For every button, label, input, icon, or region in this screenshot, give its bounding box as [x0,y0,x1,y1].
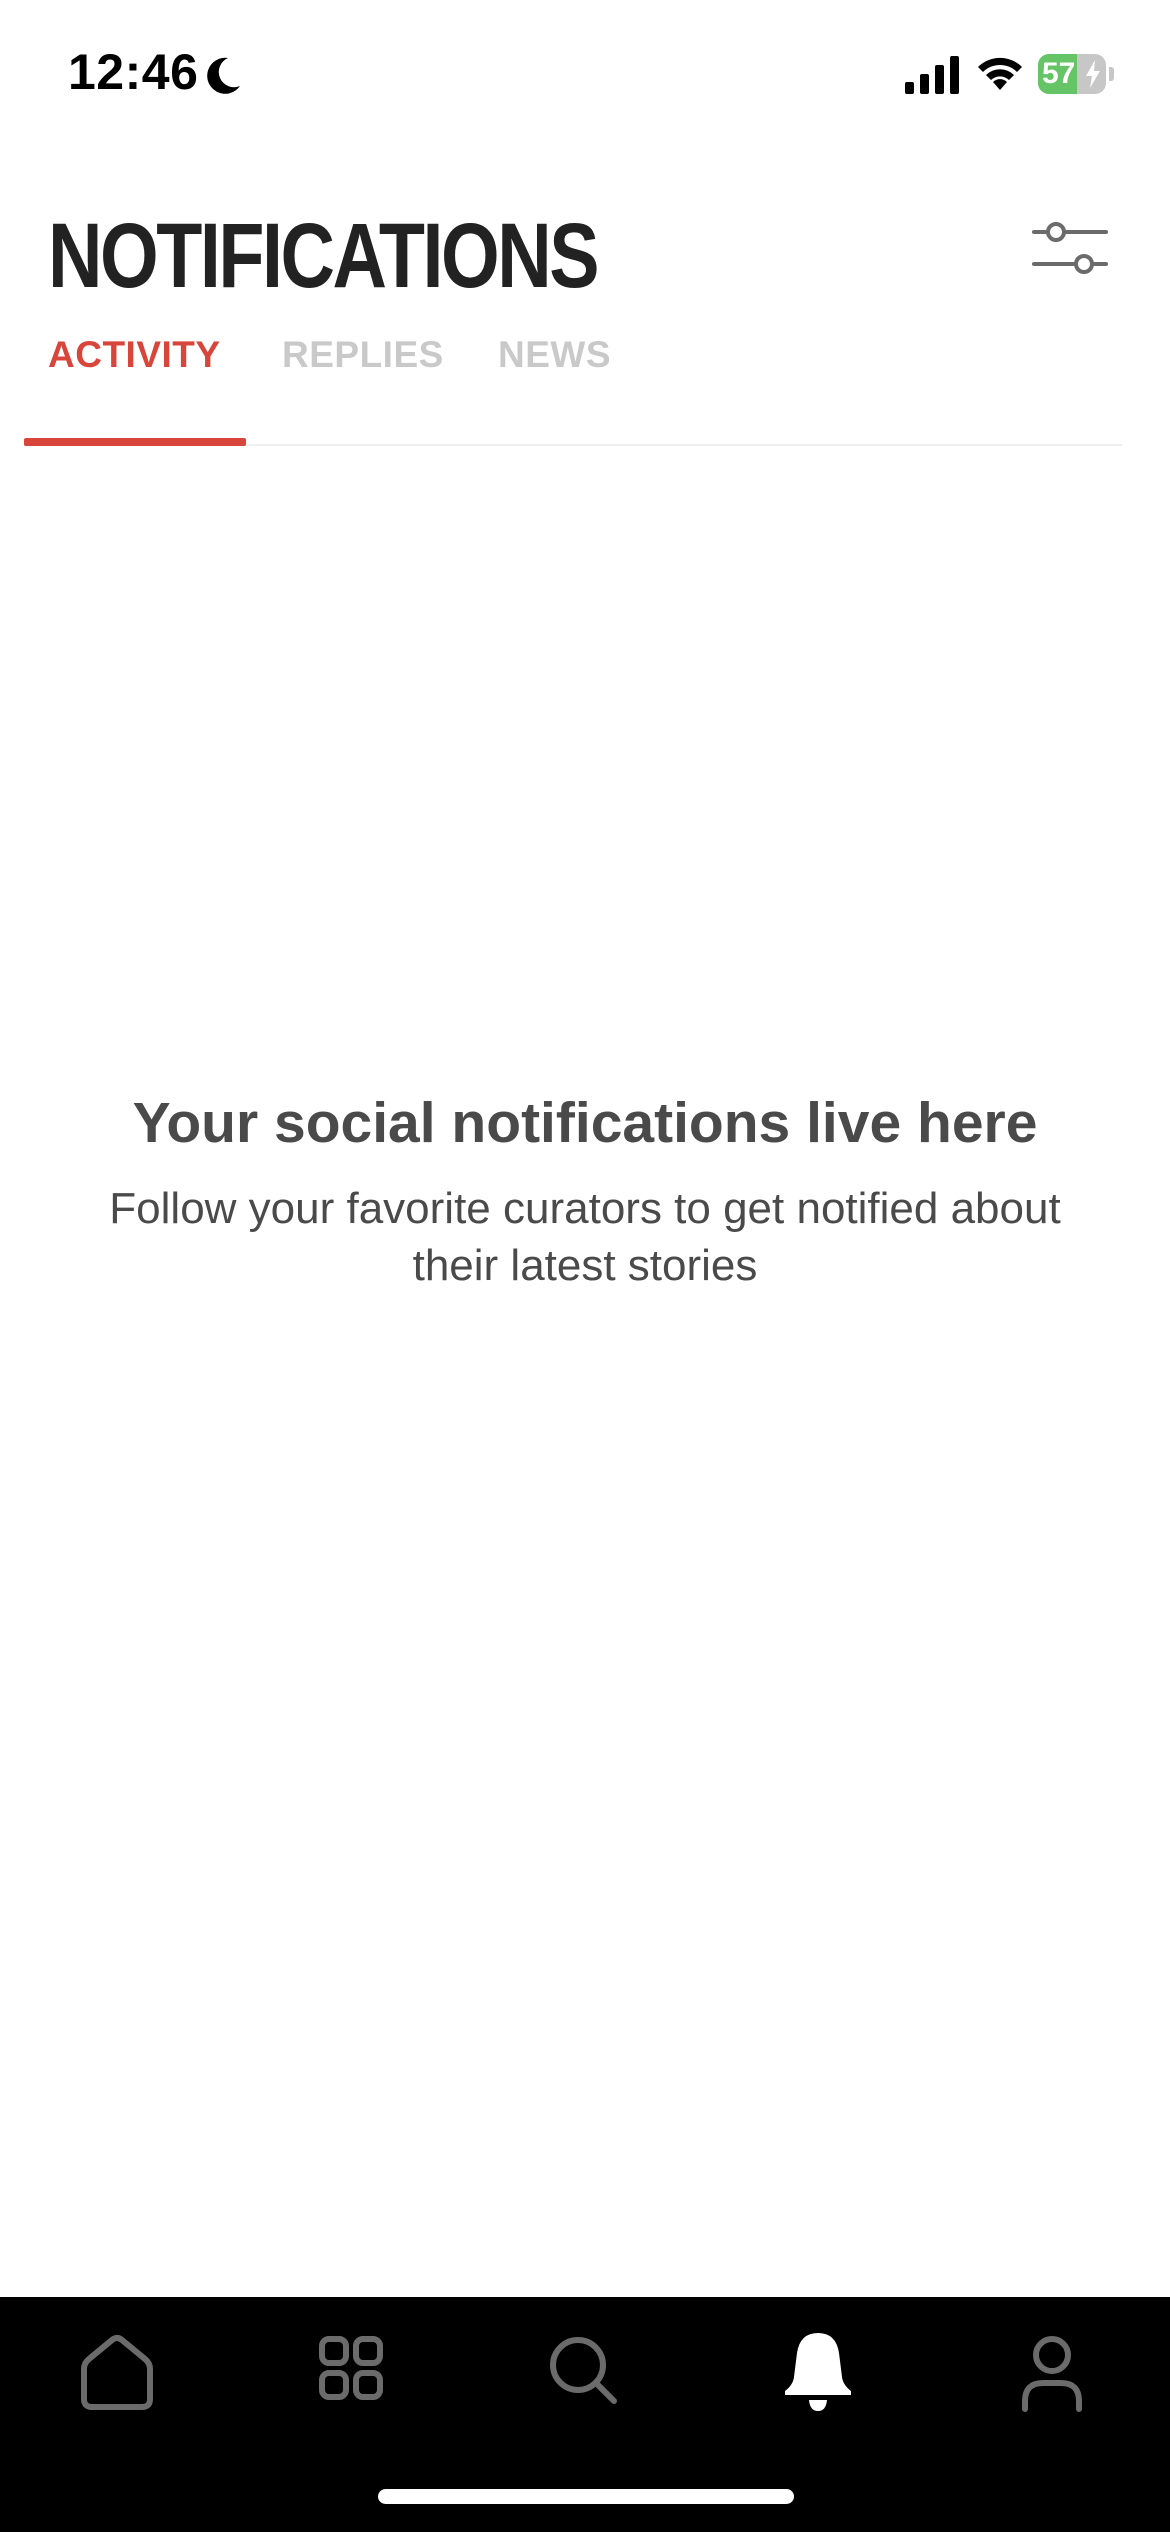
battery-percent: 57 [1042,57,1076,90]
status-time: 12:46 [68,44,199,100]
notifications-screen: 12:46 57 NOTIFICATIONS ACTIVITY REPLIES … [0,0,1170,2532]
tab-replies[interactable]: REPLIES [282,330,444,380]
cellular-signal-icon [905,56,959,94]
nav-search-button[interactable] [538,2327,628,2417]
moon-icon [207,57,240,94]
empty-state-subtitle: Follow your favorite curators to get not… [109,1184,1061,1290]
filter-settings-button[interactable] [1030,216,1110,286]
nav-notifications-button[interactable] [773,2327,863,2417]
page-title: NOTIFICATIONS [48,205,600,307]
nav-browse-button[interactable] [306,2327,396,2417]
tab-news[interactable]: NEWS [498,330,611,380]
tab-activity[interactable]: ACTIVITY [48,330,221,380]
wifi-icon [978,57,1022,90]
home-icon [81,2335,153,2410]
bell-icon [785,2333,851,2411]
home-indicator[interactable] [378,2489,794,2504]
sliders-icon [1032,222,1108,274]
profile-icon [1022,2336,1082,2412]
battery-cap [1109,67,1114,81]
nav-home-button[interactable] [72,2327,162,2417]
battery-charging-icon: 57 [1038,54,1114,94]
empty-state-title: Your social notifications live here [132,1091,1038,1155]
notification-tabs: ACTIVITY REPLIES NEWS [0,320,1170,450]
lightning-bolt-icon [1086,60,1100,88]
nav-profile-button[interactable] [1007,2327,1097,2417]
battery-body: 57 [1038,54,1106,94]
status-bar: 12:46 57 [0,0,1170,150]
search-icon [550,2337,617,2404]
grid-icon [319,2336,383,2400]
active-tab-indicator [24,438,246,446]
